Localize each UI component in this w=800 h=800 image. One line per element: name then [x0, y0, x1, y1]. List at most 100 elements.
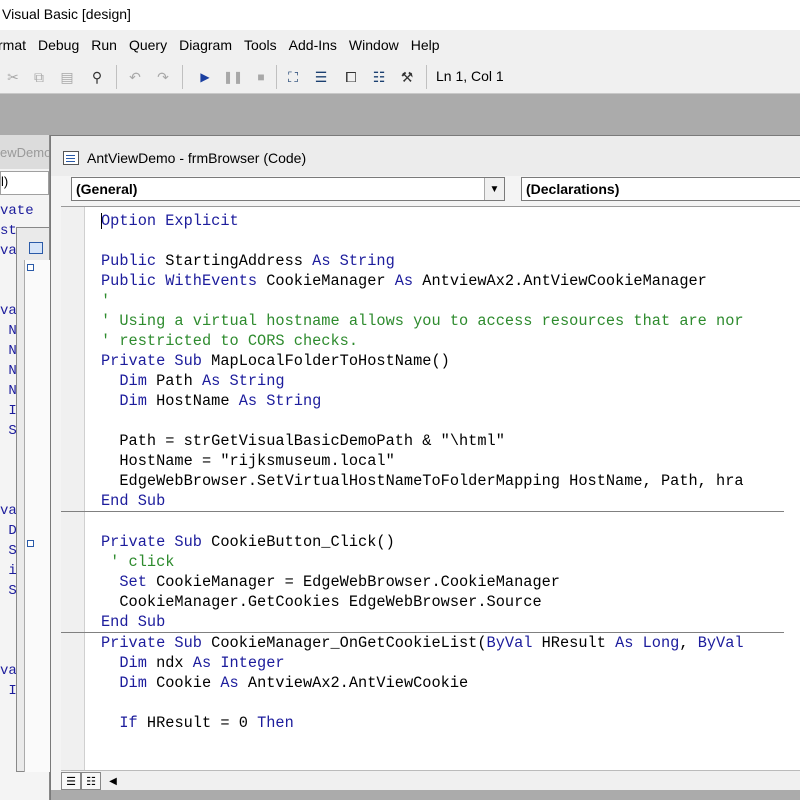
window-bottom-border: [51, 790, 800, 800]
code-token: Cookie: [156, 674, 221, 692]
toolbar: ✂ ⧉ ▤ ⚲ ↶ ↷ ▶ ❚❚ ■ ⛶ ☰ ⧠ ☷ ⚒ Ln 1, Col 1: [0, 60, 800, 94]
code-line[interactable]: Dim Path As String: [101, 371, 744, 391]
run-icon[interactable]: ▶: [194, 66, 216, 88]
undo-icon[interactable]: ↶: [124, 66, 146, 88]
code-window-titlebar[interactable]: AntViewDemo - frmBrowser (Code): [51, 136, 800, 176]
menu-item-tools[interactable]: Tools: [238, 37, 283, 53]
pause-icon[interactable]: ❚❚: [222, 66, 244, 88]
code-line[interactable]: [101, 512, 744, 532]
copy-icon[interactable]: ⧉: [28, 66, 50, 88]
resize-handle[interactable]: [27, 540, 34, 547]
code-line[interactable]: Set CookieManager = EdgeWebBrowser.Cooki…: [101, 572, 744, 592]
project-explorer-icon[interactable]: ⛶: [282, 66, 304, 88]
resize-handle[interactable]: [27, 264, 34, 271]
properties-window-icon[interactable]: ☰: [310, 66, 332, 88]
code-line[interactable]: Option Explicit: [101, 211, 744, 231]
menu-item-debug[interactable]: Debug: [32, 37, 85, 53]
toolbar-separator: [276, 65, 277, 89]
code-line[interactable]: End Sub: [101, 491, 744, 511]
form-designer-surface[interactable]: [24, 260, 50, 772]
code-line[interactable]: [101, 693, 744, 713]
find-icon[interactable]: ⚲: [86, 66, 108, 88]
code-token: CookieManager = EdgeWebBrowser.CookieMan…: [156, 573, 560, 591]
menu-item-diagram[interactable]: Diagram: [173, 37, 238, 53]
code-line[interactable]: Dim ndx As Integer: [101, 653, 744, 673]
chevron-down-icon[interactable]: ▼: [484, 178, 504, 200]
menu-item-rmat[interactable]: rmat: [0, 37, 32, 53]
stop-icon[interactable]: ■: [250, 66, 272, 88]
menu-item-window[interactable]: Window: [343, 37, 405, 53]
keyword-token: Option Explicit: [101, 212, 239, 230]
margin-indicator-bar[interactable]: [61, 207, 85, 770]
code-line[interactable]: Dim HostName As String: [101, 391, 744, 411]
code-line[interactable]: Path = strGetVisualBasicDemoPath & "\htm…: [101, 431, 744, 451]
code-window: AntViewDemo - frmBrowser (Code) (General…: [50, 135, 800, 800]
keyword-token: End Sub: [101, 613, 166, 631]
background-code-line: vate: [0, 203, 34, 219]
procedure-separator: [61, 632, 784, 633]
keyword-token: End Sub: [101, 492, 166, 510]
code-line[interactable]: Private Sub CookieButton_Click(): [101, 532, 744, 552]
procedure-separator: [61, 511, 784, 512]
code-token: Path = strGetVisualBasicDemoPath & "\htm…: [101, 432, 505, 450]
keyword-token: As Long: [615, 634, 680, 652]
code-line[interactable]: EdgeWebBrowser.SetVirtualHostNameToFolde…: [101, 471, 744, 491]
code-window-title: AntViewDemo - frmBrowser (Code): [87, 150, 307, 166]
keyword-token: Private Sub: [101, 634, 212, 652]
object-combo[interactable]: (General) ▼: [71, 177, 505, 201]
keyword-token: Then: [257, 714, 294, 732]
code-line[interactable]: Public WithEvents CookieManager As Antvi…: [101, 271, 744, 291]
code-line[interactable]: ' Using a virtual hostname allows you to…: [101, 311, 744, 331]
toolbar-separator: [426, 65, 427, 89]
code-window-icon: [63, 151, 79, 165]
menu-item-help[interactable]: Help: [405, 37, 446, 53]
code-line[interactable]: [101, 411, 744, 431]
keyword-token: Public WithEvents: [101, 272, 267, 290]
code-line[interactable]: Private Sub CookieManager_OnGetCookieLis…: [101, 633, 744, 653]
keyword-token: Private Sub: [101, 352, 212, 370]
menu-bar: rmat Debug Run Query Diagram Tools Add-Ins Wind…: [0, 30, 800, 60]
title-bar: Visual Basic [design]: [0, 0, 800, 30]
code-token: HResult: [541, 634, 616, 652]
keyword-token: Dim: [119, 392, 157, 410]
background-object-combo[interactable]: l): [0, 171, 49, 195]
code-line[interactable]: [101, 231, 744, 251]
code-text[interactable]: Option Explicit Public StartingAddress As…: [61, 211, 784, 733]
menu-item-query[interactable]: Query: [123, 37, 173, 53]
toolbox-icon[interactable]: ⚒: [396, 66, 418, 88]
code-line[interactable]: Dim Cookie As AntviewAx2.AntViewCookie: [101, 673, 744, 693]
code-line[interactable]: If HResult = 0 Then: [101, 713, 744, 733]
code-line[interactable]: Private Sub MapLocalFolderToHostName(): [101, 351, 744, 371]
code-line[interactable]: End Sub: [101, 612, 744, 632]
menu-item-run[interactable]: Run: [85, 37, 123, 53]
code-line[interactable]: ' restricted to CORS checks.: [101, 331, 744, 351]
form-layout-icon[interactable]: ⧠: [340, 66, 362, 88]
code-editor[interactable]: Option Explicit Public StartingAddress As…: [61, 206, 800, 770]
code-token: ,: [679, 634, 698, 652]
code-line[interactable]: Public StartingAddress As String: [101, 251, 744, 271]
menu-item-addins[interactable]: Add-Ins: [283, 37, 343, 53]
cut-icon[interactable]: ✂: [2, 66, 24, 88]
code-line[interactable]: CookieManager.GetCookies EdgeWebBrowser.…: [101, 592, 744, 612]
keyword-token: Private Sub: [101, 533, 212, 551]
keyword-token: As Integer: [192, 654, 285, 672]
procedure-view-icon[interactable]: ☰: [61, 772, 81, 790]
code-line[interactable]: ' click: [101, 552, 744, 572]
toolbar-separator: [116, 65, 117, 89]
cursor-position: Ln 1, Col 1: [436, 68, 504, 84]
scroll-left-icon[interactable]: ◀: [103, 772, 123, 790]
code-line[interactable]: HostName = "rijksmuseum.local": [101, 451, 744, 471]
full-module-view-icon[interactable]: ☷: [81, 772, 101, 790]
code-token: MapLocalFolderToHostName(): [211, 352, 450, 370]
code-token: HostName = "rijksmuseum.local": [101, 452, 395, 470]
paste-icon[interactable]: ▤: [56, 66, 78, 88]
procedure-combo[interactable]: (Declarations): [521, 177, 800, 201]
code-line[interactable]: ': [101, 291, 744, 311]
keyword-token: ByVal: [697, 634, 744, 652]
keyword-token: As: [220, 674, 248, 692]
redo-icon[interactable]: ↷: [152, 66, 174, 88]
object-browser-icon[interactable]: ☷: [368, 66, 390, 88]
